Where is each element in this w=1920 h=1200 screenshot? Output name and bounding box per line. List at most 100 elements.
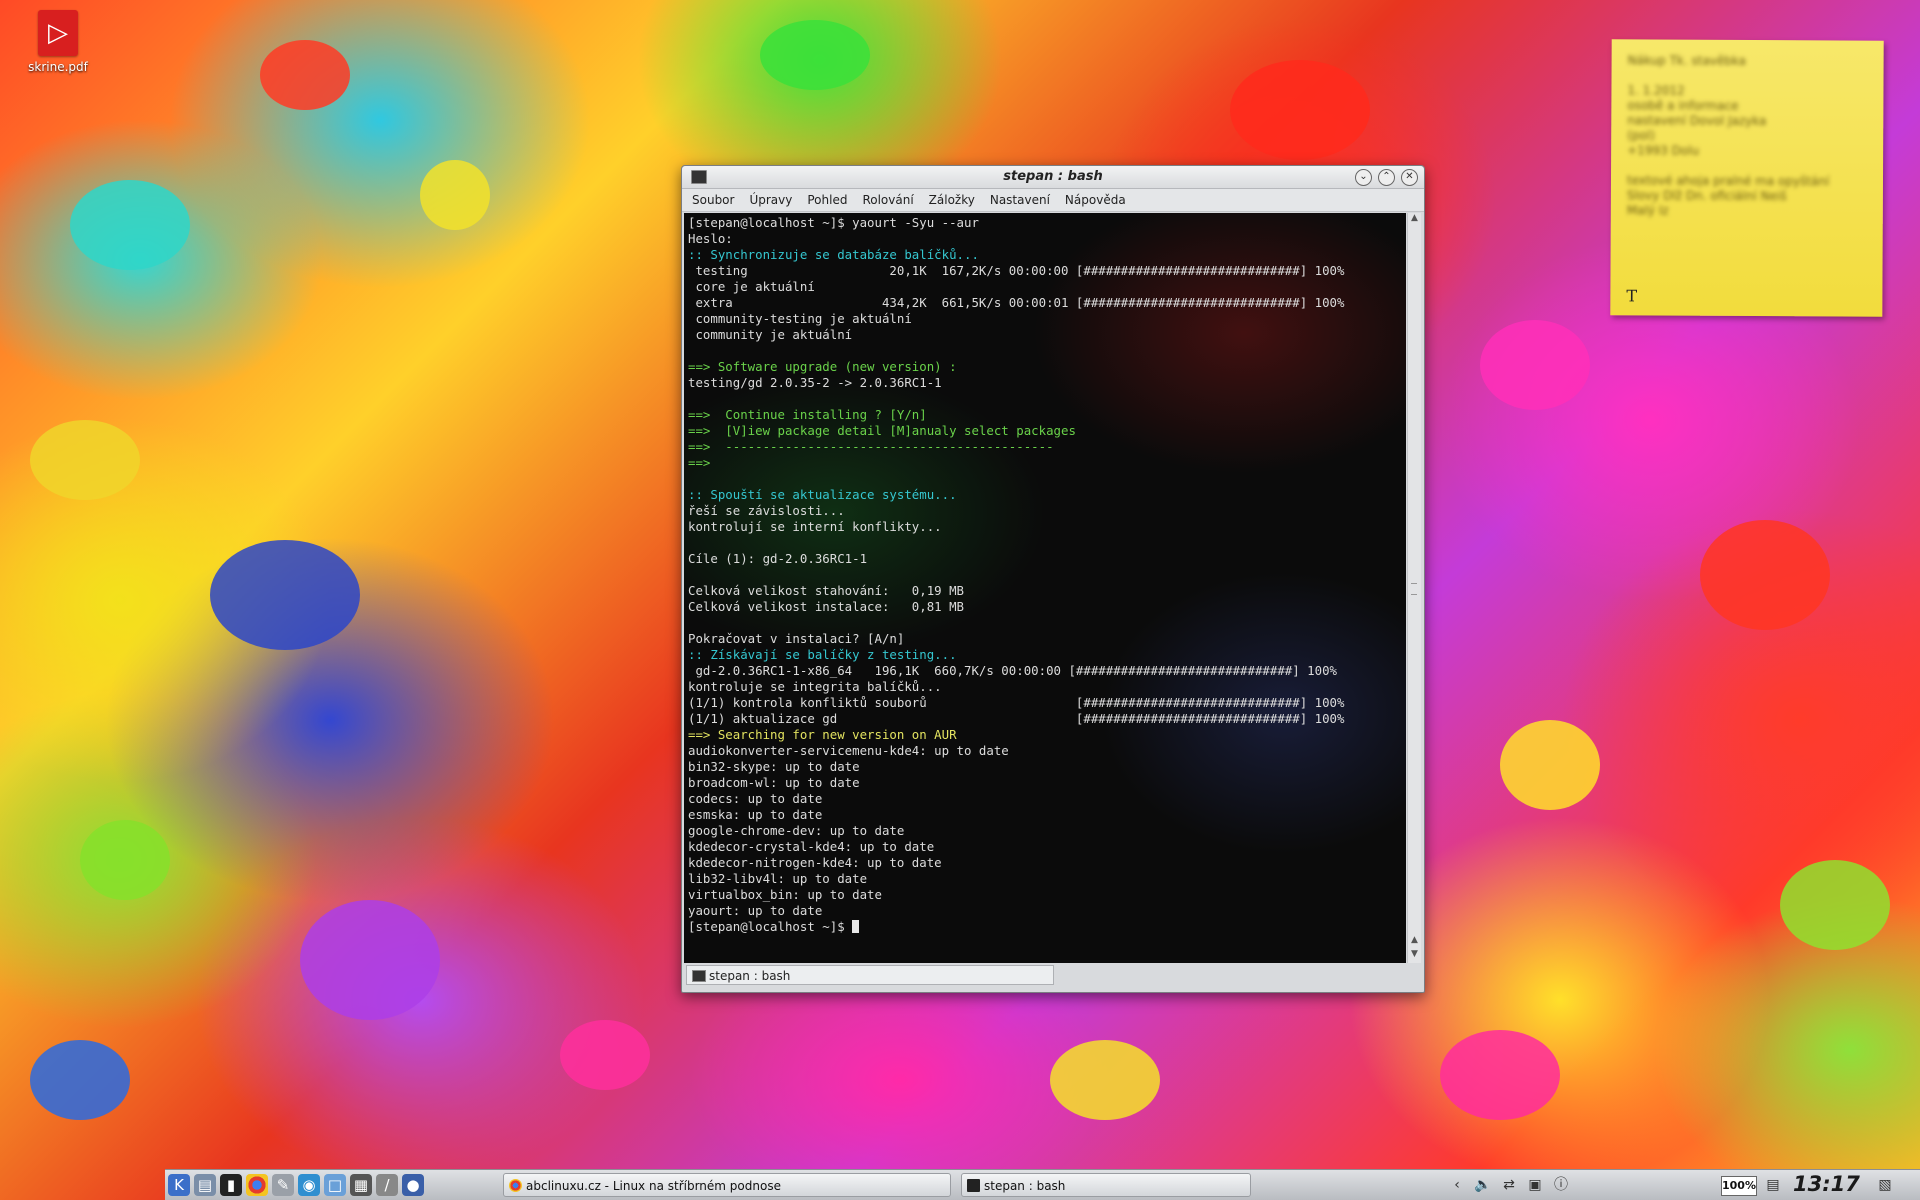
chevron-left-icon[interactable]: ‹ xyxy=(1447,1174,1467,1196)
info-icon[interactable]: ⓘ xyxy=(1551,1174,1571,1196)
package-icon[interactable]: □ xyxy=(324,1174,346,1196)
terminal-line: gd-2.0.36RC1-1-x86_64 196,1K 660,7K/s 00… xyxy=(688,663,1338,678)
terminal-line: codecs: up to date xyxy=(688,791,823,806)
scroll-up-icon[interactable]: ▲ xyxy=(1408,935,1421,949)
kde-menu-icon[interactable]: K xyxy=(168,1174,190,1196)
menu-rolovani[interactable]: Rolování xyxy=(852,189,918,207)
terminal-icon xyxy=(692,970,706,982)
note-line: Malý Iz xyxy=(1626,203,1669,218)
terminal-icon[interactable]: ▮ xyxy=(220,1174,242,1196)
calculator-icon[interactable]: ▦ xyxy=(350,1174,372,1196)
task-label: stepan : bash xyxy=(984,1179,1066,1193)
note-text: Nákup Tk. stavěbka 1. 1.2012 osobě a infor… xyxy=(1627,53,1868,219)
terminal-line: [stepan@localhost ~]$ xyxy=(688,919,1406,935)
terminal-line: testing/gd 2.0.35-2 -> 2.0.36RC1-1 xyxy=(688,375,942,390)
wallpaper-splat xyxy=(760,20,870,90)
terminal-line: ==> ------------------------------------… xyxy=(688,439,1054,454)
terminal-line: bin32-skype: up to date xyxy=(688,759,860,774)
terminal-line: ==> Searching for new version on AUR xyxy=(688,727,957,742)
terminal-output[interactable]: [stepan@localhost ~]$ yaourt -Syu --aur H… xyxy=(684,213,1406,963)
menu-upravy[interactable]: Úpravy xyxy=(739,189,797,207)
scroll-down-icon[interactable]: ▼ xyxy=(1408,949,1421,963)
wallpaper-splat xyxy=(1700,520,1830,630)
clock[interactable]: 13:17 xyxy=(1793,1172,1860,1196)
note-line: +1993 Dolu xyxy=(1627,143,1700,158)
terminal-line: audiokonverter-servicemenu-kde4: up to d… xyxy=(688,743,1009,758)
terminal-line: testing 20,1K 167,2K/s 00:00:00 [#######… xyxy=(688,263,1345,278)
note-line: Nákup Tk. stavěbka xyxy=(1627,53,1747,68)
maximize-button[interactable]: ⌃ xyxy=(1378,169,1395,186)
wallpaper-splat xyxy=(1780,860,1890,950)
wallpaper-splat xyxy=(560,1020,650,1090)
vertical-scrollbar[interactable]: ▲ ▲ ▼ xyxy=(1407,213,1421,963)
window-titlebar[interactable]: stepan : bash ⌄ ⌃ ✕ xyxy=(682,166,1424,189)
terminal-line: google-chrome-dev: up to date xyxy=(688,823,905,838)
terminal-window[interactable]: stepan : bash ⌄ ⌃ ✕ Soubor Úpravy Pohled Ro… xyxy=(681,165,1425,993)
tab-label: stepan : bash xyxy=(709,969,791,983)
wallpaper-splat xyxy=(260,40,350,110)
menu-nastaveni[interactable]: Nastavení xyxy=(980,189,1055,207)
terminal-line: esmska: up to date xyxy=(688,807,823,822)
image-editor-icon[interactable]: ✎ xyxy=(272,1174,294,1196)
terminal-line: (1/1) kontrola konfliktů souborů [######… xyxy=(688,695,1345,710)
menu-pohled[interactable]: Pohled xyxy=(797,189,852,207)
network-icon[interactable]: ● xyxy=(402,1174,424,1196)
minimize-button[interactable]: ⌄ xyxy=(1355,169,1372,186)
close-button[interactable]: ✕ xyxy=(1401,169,1418,186)
sticky-note[interactable]: Nákup Tk. stavěbka 1. 1.2012 osobě a infor… xyxy=(1610,39,1884,317)
wallpaper-splat xyxy=(70,180,190,270)
wallpaper-splat xyxy=(1230,60,1370,160)
wallpaper-splat xyxy=(1480,320,1590,410)
terminal-line: community je aktuální xyxy=(688,327,853,342)
note-line: nastavení Dovol Jazyka xyxy=(1627,113,1767,129)
menu-soubor[interactable]: Soubor xyxy=(682,189,739,207)
note-line: (pol) xyxy=(1627,128,1655,143)
terminal-line: :: Získávají se balíčky z testing... xyxy=(688,647,957,662)
task-terminal[interactable]: stepan : bash xyxy=(961,1173,1251,1197)
terminal-line: kdedecor-nitrogen-kde4: up to date xyxy=(688,855,942,870)
chrome-icon xyxy=(509,1179,522,1192)
monitor-icon[interactable]: ▤ xyxy=(1763,1174,1783,1196)
network-manager-icon[interactable]: ⇄ xyxy=(1499,1174,1519,1196)
terminal-line: Celková velikost instalace: 0,81 MB xyxy=(688,599,965,614)
terminal-line: (1/1) aktualizace gd [##################… xyxy=(688,711,1345,726)
terminal-line: broadcom-wl: up to date xyxy=(688,775,860,790)
scroll-grip[interactable] xyxy=(1411,583,1417,595)
note-line: textové ahoja pralné ma opyštání xyxy=(1626,173,1830,189)
terminal-line: ==> Software upgrade (new version) : xyxy=(688,359,957,374)
terminal-line: :: Spouští se aktualizace systému... xyxy=(688,487,957,502)
note-line: 1. 1.2012 xyxy=(1627,83,1685,98)
terminal-line: kontrolují se interní konflikty... xyxy=(688,519,942,534)
tab-stepan-bash[interactable]: stepan : bash xyxy=(686,965,1054,985)
task-browser[interactable]: abclinuxu.cz - Linux na stříbrném podnos… xyxy=(503,1173,951,1197)
note-line: osobě a informace xyxy=(1627,98,1739,113)
display-icon[interactable]: ▣ xyxy=(1525,1174,1545,1196)
volume-icon[interactable]: 🔈 xyxy=(1473,1174,1493,1196)
terminal-line: Heslo: xyxy=(688,231,733,246)
terminal-line: kontroluje se integrita balíčků... xyxy=(688,679,942,694)
tab-bar: stepan : bash xyxy=(684,964,1420,988)
wallpaper-splat xyxy=(1440,1030,1560,1120)
menu-zalozky[interactable]: Záložky xyxy=(919,189,980,207)
file-manager-icon[interactable]: ▤ xyxy=(194,1174,216,1196)
wallpaper-splat xyxy=(420,160,490,230)
text-format-button[interactable]: T xyxy=(1626,286,1637,305)
browser-icon[interactable]: ◉ xyxy=(298,1174,320,1196)
terminal-line: ==> [V]iew package detail [M]anualy sele… xyxy=(688,423,1076,438)
desktop-file-icon[interactable]: ▷ skrine.pdf xyxy=(22,10,94,74)
terminal-line: řeší se závislosti... xyxy=(688,503,845,518)
wallpaper-splat xyxy=(1500,720,1600,810)
menu-napoveda[interactable]: Nápověda xyxy=(1055,189,1131,207)
wallpaper-splat xyxy=(30,420,140,500)
pen-icon[interactable]: / xyxy=(376,1174,398,1196)
terminal-line: ==> Continue installing ? [Y/n] xyxy=(688,407,927,422)
trash-icon[interactable]: ▧ xyxy=(1875,1174,1895,1196)
battery-indicator[interactable]: 100% xyxy=(1721,1176,1757,1196)
scroll-up-icon[interactable]: ▲ xyxy=(1408,213,1421,227)
chrome-icon[interactable] xyxy=(246,1174,268,1196)
window-title: stepan : bash xyxy=(1003,169,1103,184)
